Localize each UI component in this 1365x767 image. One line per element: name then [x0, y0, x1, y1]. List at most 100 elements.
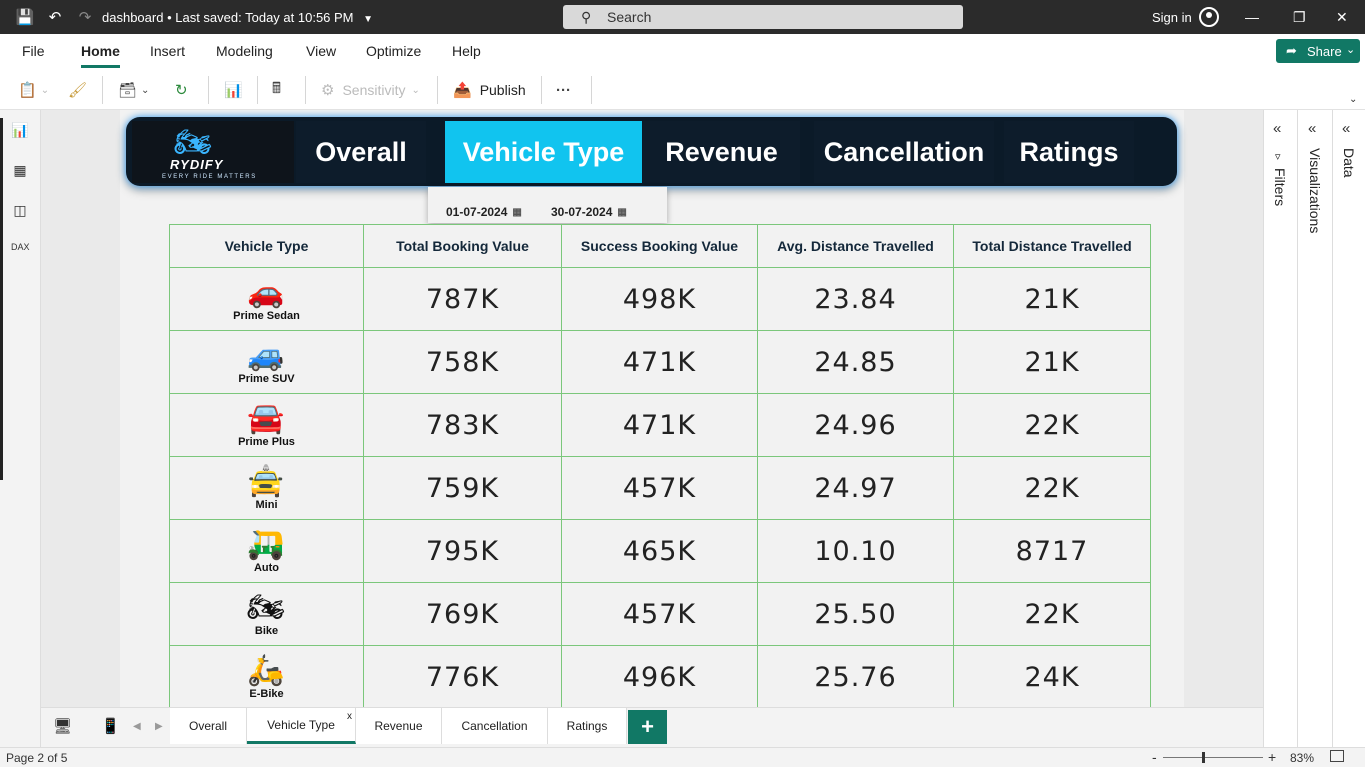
table-view-icon[interactable]: ▦	[11, 162, 29, 180]
calendar-icon[interactable]: ▦	[617, 207, 626, 218]
new-visual-button[interactable]: 📊	[224, 78, 243, 102]
vehicle-cell: 🚖 Mini	[169, 456, 364, 520]
active-view-indicator	[0, 118, 3, 480]
vehicle-cell: 🛵 E-Bike	[169, 645, 364, 707]
calendar-icon[interactable]: ▦	[512, 207, 521, 218]
zoom-slider[interactable]	[1163, 757, 1263, 758]
minimize-icon[interactable]: —	[1245, 9, 1259, 25]
menu-home[interactable]: Home	[81, 43, 120, 68]
data-pane[interactable]: « Data	[1334, 110, 1365, 747]
redo-icon[interactable]: ↷	[76, 8, 94, 26]
avg-distance-cell: 25.76	[757, 645, 954, 707]
nav-tab-ratings[interactable]: Ratings	[1004, 121, 1134, 183]
desktop-layout-icon[interactable]: 🖥	[53, 717, 72, 735]
avg-distance-cell: 24.96	[757, 393, 954, 457]
menu-view[interactable]: View	[306, 43, 336, 59]
nav-tab-revenue[interactable]: Revenue	[643, 121, 800, 183]
report-view-icon[interactable]: 📊	[11, 122, 29, 140]
nav-tab-cancellation[interactable]: Cancellation	[814, 121, 994, 183]
avatar-icon[interactable]	[1199, 7, 1219, 27]
publish-button[interactable]: 📤 Publish	[453, 78, 526, 102]
shield-icon: ⚙	[321, 82, 335, 99]
motorbike-logo-icon: 🏍	[174, 126, 213, 159]
model-view-icon[interactable]: ◫	[11, 202, 29, 220]
nav-tab-vehicle-type[interactable]: Vehicle Type	[445, 121, 642, 183]
header-vehicle-type[interactable]: Vehicle Type	[169, 224, 364, 268]
zoom-in-button[interactable]: +	[1268, 749, 1276, 765]
total-distance-cell: 21K	[953, 267, 1151, 331]
more-options-button[interactable]: ···	[556, 78, 571, 102]
dax-query-view-icon[interactable]: DAX	[11, 242, 30, 260]
vehicle-cell: 🏍 Bike	[169, 582, 364, 646]
page-tab-overall[interactable]: Overall	[170, 708, 247, 744]
table-row: 🚖 Mini 759K 457K 24.97 22K	[169, 456, 1151, 520]
total-distance-cell: 22K	[953, 456, 1151, 520]
sensitivity-button[interactable]: ⚙ Sensitivity ⌄	[321, 78, 420, 102]
start-date-input[interactable]: 01-07-2024 ▦	[446, 203, 522, 221]
page-indicator: Page 2 of 5	[6, 751, 68, 765]
search-box[interactable]: ⚲ Search	[563, 5, 963, 29]
start-date: 01-07-2024	[446, 205, 508, 219]
mini-car-icon: 🚖	[247, 464, 286, 499]
header-total-distance[interactable]: Total Distance Travelled	[953, 224, 1151, 268]
sign-in-link[interactable]: Sign in	[1152, 10, 1192, 25]
zoom-slider-handle[interactable]	[1202, 752, 1205, 763]
date-range-slicer: 01-07-2024 ▦ 30-07-2024 ▦	[428, 187, 667, 223]
vehicle-name: Mini	[255, 499, 278, 511]
menu-optimize[interactable]: Optimize	[366, 43, 421, 59]
save-icon[interactable]: 💾	[16, 8, 35, 26]
chevron-down-icon: ⌄	[40, 84, 50, 96]
zoom-level: 83%	[1290, 751, 1315, 765]
success-booking-cell: 457K	[561, 582, 758, 646]
scroll-left-icon[interactable]: ◀	[133, 721, 141, 732]
format-painter-button[interactable]: 🖌	[68, 78, 87, 102]
close-tab-icon[interactable]: x	[347, 711, 352, 722]
paste-button[interactable]: 📋 ⌄	[18, 78, 49, 102]
table-header-row: Vehicle Type Total Booking Value Success…	[169, 224, 1151, 268]
page-tab-revenue[interactable]: Revenue	[356, 708, 442, 744]
avg-distance-cell: 24.85	[757, 330, 954, 394]
chevron-down-icon: ⌄	[141, 84, 150, 96]
chevron-down-icon[interactable]: ▼	[363, 14, 373, 25]
total-distance-cell: 21K	[953, 330, 1151, 394]
get-data-button[interactable]: 🗃 ⌄	[118, 78, 149, 102]
header-success-booking-value[interactable]: Success Booking Value	[561, 224, 758, 268]
expand-chevron-icon[interactable]: «	[1273, 120, 1281, 137]
menu-insert[interactable]: Insert	[150, 43, 185, 59]
menu-file[interactable]: File	[22, 43, 45, 59]
undo-icon[interactable]: ↶	[46, 8, 64, 26]
filters-pane[interactable]: « ▿ Filters	[1264, 110, 1298, 747]
close-icon[interactable]: ✕	[1336, 9, 1348, 26]
header-total-booking-value[interactable]: Total Booking Value	[363, 224, 562, 268]
share-icon: ➦	[1286, 43, 1297, 58]
collapse-ribbon-icon[interactable]: ⌄	[1349, 94, 1357, 105]
nav-tab-overall[interactable]: Overall	[296, 121, 426, 183]
page-tab-ratings[interactable]: Ratings	[548, 708, 627, 744]
refresh-button[interactable]: ↻	[175, 78, 188, 102]
fit-to-page-icon[interactable]	[1330, 750, 1344, 762]
end-date-input[interactable]: 30-07-2024 ▦	[551, 203, 627, 221]
menu-modeling[interactable]: Modeling	[216, 43, 273, 59]
visualizations-pane[interactable]: « Visualizations	[1299, 110, 1333, 747]
document-title[interactable]: dashboard • Last saved: Today at 10:56 P…	[102, 10, 373, 25]
share-button[interactable]: ➦ Share ⌄	[1276, 39, 1360, 63]
calculation-button[interactable]: 🖩	[272, 78, 281, 102]
expand-chevron-icon[interactable]: «	[1308, 120, 1316, 137]
mobile-layout-icon[interactable]: 📱	[101, 717, 120, 735]
menu-help[interactable]: Help	[452, 43, 481, 59]
scroll-right-icon[interactable]: ▶	[155, 721, 163, 732]
page-tab-vehicle-type[interactable]: Vehicle Type x	[247, 708, 356, 744]
restore-icon[interactable]: ❐	[1293, 9, 1306, 26]
filter-icon: ▿	[1275, 151, 1281, 163]
suv-icon: 🚙	[247, 338, 286, 373]
page-tab-cancellation[interactable]: Cancellation	[442, 708, 548, 744]
page-tabs-bar: 🖥 📱 ◀ ▶ Overall Vehicle Type x Revenue C…	[41, 707, 1263, 747]
add-page-button[interactable]: +	[628, 710, 667, 744]
title-bar: 💾 ↶ ↷ dashboard • Last saved: Today at 1…	[0, 0, 1365, 34]
zoom-out-button[interactable]: -	[1152, 749, 1157, 765]
calculator-icon: 🖩	[272, 79, 282, 97]
publish-label: Publish	[479, 82, 526, 98]
expand-chevron-icon[interactable]: «	[1342, 120, 1350, 137]
chevron-down-icon: ⌄	[1346, 44, 1356, 56]
header-avg-distance[interactable]: Avg. Distance Travelled	[757, 224, 954, 268]
